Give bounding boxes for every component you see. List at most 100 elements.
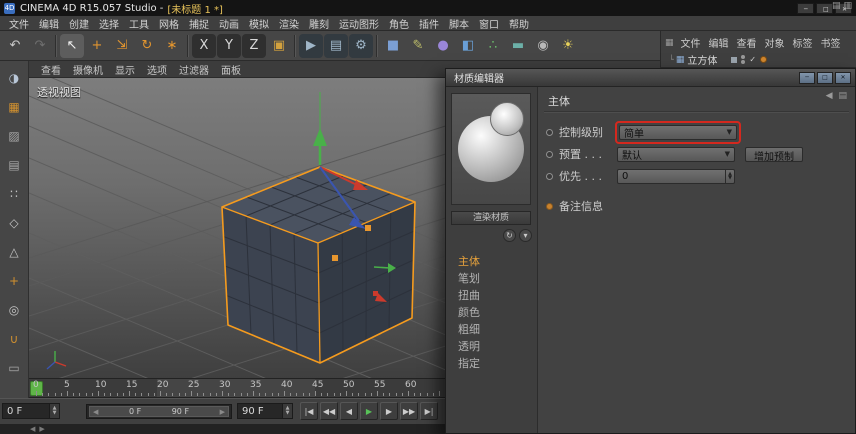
timeline-ruler[interactable]: 051015202530354045505560 — [29, 378, 445, 398]
add-preset-button[interactable]: 增加预制 — [745, 147, 803, 162]
control-level-dropdown[interactable]: 简单 ▼ — [619, 125, 737, 140]
next-frame-button[interactable]: ▶ — [380, 402, 398, 420]
priority-spinner[interactable]: ▲ ▼ — [725, 170, 734, 183]
polygons-mode-button[interactable]: △ — [3, 241, 25, 263]
viewport-view-label[interactable]: 透视视图 — [37, 84, 81, 100]
keyframe-dot-icon[interactable] — [546, 151, 553, 158]
enable-check-icon[interactable]: ✓ — [749, 55, 756, 64]
menu-item[interactable]: 摄像机 — [67, 62, 109, 77]
subdivision-surface-button[interactable]: ● — [431, 34, 455, 58]
material-channel-item[interactable]: 粗细 — [446, 321, 537, 338]
range-handle[interactable]: ◀ 0 F 90 F ▶ — [89, 406, 229, 417]
object-row-cube[interactable]: └ ▦ 立方体 ✓ — [661, 52, 856, 67]
play-button[interactable]: ▶ — [360, 402, 378, 420]
model-mode-button[interactable]: ▦ — [3, 96, 25, 118]
render-material-button[interactable]: 渲染材质 — [451, 211, 531, 225]
frame-spinner[interactable]: ▲▼ — [49, 404, 59, 418]
material-editor-titlebar[interactable]: 材质编辑器 ─ □ ✕ — [446, 69, 855, 87]
light-button[interactable]: ☀ — [556, 34, 580, 58]
menu-item[interactable]: 渲染 — [274, 16, 304, 31]
menu-item[interactable]: 雕刻 — [304, 16, 334, 31]
maximize-button[interactable]: □ — [816, 3, 833, 14]
minimize-button[interactable]: ─ — [797, 3, 814, 14]
render-settings-button[interactable]: ⚙ — [349, 34, 373, 58]
coordinate-system-button[interactable]: ▣ — [267, 34, 291, 58]
strip-next-icon[interactable]: ▶ — [39, 425, 44, 433]
strip-prev-icon[interactable]: ◀ — [30, 425, 35, 433]
menu-item[interactable]: 书签 — [817, 35, 845, 50]
frame-spinner[interactable]: ▲▼ — [282, 404, 292, 418]
menu-item[interactable]: 文件 — [677, 35, 705, 50]
menu-item[interactable]: 工具 — [124, 16, 154, 31]
material-channel-item[interactable]: 主体 — [446, 253, 537, 270]
menu-item[interactable]: 窗口 — [474, 16, 504, 31]
menu-item[interactable]: 动画 — [214, 16, 244, 31]
workplane-mode-button[interactable]: ▤ — [3, 154, 25, 176]
render-picture-viewer-button[interactable]: ▤ — [324, 34, 348, 58]
menu-item[interactable]: 帮助 — [504, 16, 534, 31]
cloner-button[interactable]: ∴ — [481, 34, 505, 58]
back-arrow-icon[interactable]: ◀ — [826, 91, 833, 101]
lock-y-axis-button[interactable]: Y — [217, 34, 241, 58]
enable-snap-button[interactable]: ∪ — [3, 328, 25, 350]
menu-item[interactable]: 查看 — [35, 62, 67, 77]
move-tool-button[interactable]: + — [85, 34, 109, 58]
make-editable-button[interactable]: ◑ — [3, 67, 25, 89]
priority-field[interactable]: 0 ▲ ▼ — [617, 169, 735, 184]
menu-item[interactable]: 编辑 — [34, 16, 64, 31]
redo-button[interactable]: ↷ — [28, 34, 52, 58]
menu-item[interactable]: 标签 — [789, 35, 817, 50]
keyframe-dot-icon[interactable] — [546, 129, 553, 136]
current-frame-field[interactable]: 0 F ▲▼ — [2, 403, 60, 419]
prev-key-button[interactable]: ◀◀ — [320, 402, 338, 420]
preview-options-icon[interactable]: ▾ — [519, 229, 532, 242]
lock-z-axis-button[interactable]: Z — [242, 34, 266, 58]
goto-end-button[interactable]: ▶| — [420, 402, 438, 420]
texture-mode-button[interactable]: ▨ — [3, 125, 25, 147]
menu-item[interactable]: 网格 — [154, 16, 184, 31]
layer-color-icon[interactable] — [731, 57, 737, 63]
preview-refresh-icon[interactable]: ↻ — [503, 229, 516, 242]
workplane-lock-button[interactable]: ▭ — [3, 357, 25, 379]
bend-deformer-button[interactable]: ◧ — [456, 34, 480, 58]
menu-item[interactable]: 对象 — [761, 35, 789, 50]
points-mode-button[interactable]: ∷ — [3, 183, 25, 205]
select-tool-button[interactable]: ↖ — [60, 34, 84, 58]
menu-item[interactable]: 角色 — [384, 16, 414, 31]
menu-item[interactable]: 编辑 — [705, 35, 733, 50]
menu-item[interactable]: 运动图形 — [334, 16, 384, 31]
camera-button[interactable]: ◉ — [531, 34, 555, 58]
menu-item[interactable]: 过滤器 — [173, 62, 215, 77]
viewport-solo-button[interactable]: ◎ — [3, 299, 25, 321]
pen-tool-button[interactable]: ✎ — [406, 34, 430, 58]
me-maximize-button[interactable]: □ — [817, 72, 833, 84]
end-frame-field[interactable]: 90 F ▲▼ — [237, 403, 293, 419]
menu-item[interactable]: 插件 — [414, 16, 444, 31]
panel-menu-icon[interactable]: ▤ — [838, 91, 847, 101]
layout-split-icon[interactable]: ▥ — [843, 1, 852, 11]
me-minimize-button[interactable]: ─ — [799, 72, 815, 84]
menu-item[interactable]: 捕捉 — [184, 16, 214, 31]
menu-item[interactable]: 选择 — [94, 16, 124, 31]
material-tag-icon[interactable] — [760, 56, 767, 63]
material-channel-item[interactable]: 颜色 — [446, 304, 537, 321]
add-cube-button[interactable]: ■ — [381, 34, 405, 58]
menu-item[interactable]: 脚本 — [444, 16, 474, 31]
rotate-tool-button[interactable]: ↻ — [135, 34, 159, 58]
material-channel-item[interactable]: 扭曲 — [446, 287, 537, 304]
keyframe-dot-icon[interactable] — [546, 173, 553, 180]
edges-mode-button[interactable]: ◇ — [3, 212, 25, 234]
menu-item[interactable]: 文件 — [4, 16, 34, 31]
lock-x-axis-button[interactable]: X — [192, 34, 216, 58]
next-key-button[interactable]: ▶▶ — [400, 402, 418, 420]
visibility-dots[interactable] — [741, 55, 745, 64]
preset-dropdown[interactable]: 默认 ▼ — [617, 147, 735, 162]
scale-tool-button[interactable]: ⇲ — [110, 34, 134, 58]
me-close-button[interactable]: ✕ — [835, 72, 851, 84]
enable-axis-button[interactable]: + — [3, 270, 25, 292]
timeline-range-slider[interactable]: ◀ 0 F 90 F ▶ — [86, 404, 232, 419]
layout-single-icon[interactable]: ▤ — [832, 1, 841, 11]
material-preview[interactable] — [451, 93, 531, 205]
floor-button[interactable]: ▬ — [506, 34, 530, 58]
material-channel-item[interactable]: 笔划 — [446, 270, 537, 287]
